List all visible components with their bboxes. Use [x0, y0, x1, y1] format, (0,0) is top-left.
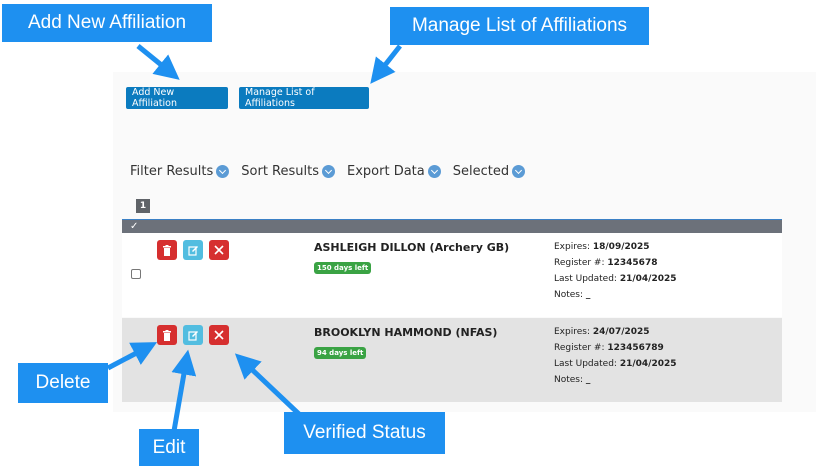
- callout-verified: Verified Status: [284, 412, 445, 454]
- callout-edit: Edit: [139, 429, 199, 466]
- arrow-verified: [234, 353, 302, 417]
- callout-add: Add New Affiliation: [2, 4, 212, 42]
- arrow-delete: [106, 342, 158, 371]
- callout-delete: Delete: [18, 363, 108, 403]
- callout-manage: Manage List of Affiliations: [390, 7, 649, 45]
- annotation-arrows: [106, 44, 402, 432]
- arrow-edit: [171, 349, 197, 432]
- arrow-manage: [370, 44, 402, 84]
- arrow-add: [136, 44, 180, 80]
